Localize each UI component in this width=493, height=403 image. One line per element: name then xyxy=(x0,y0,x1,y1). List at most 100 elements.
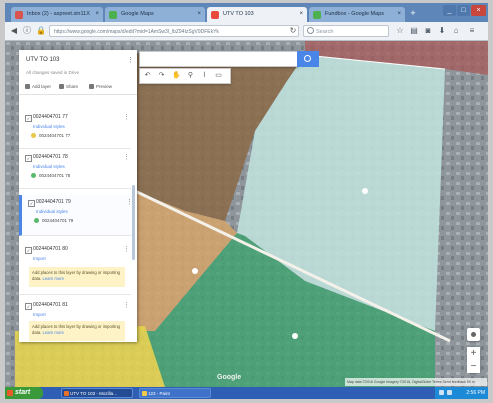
tab-label: Google Maps xyxy=(121,11,154,17)
url-bar[interactable]: https://www.google.com/maps/d/edit?mid=1… xyxy=(49,25,299,37)
layer-feature[interactable]: 0024404701 79 xyxy=(34,218,73,223)
lock-icon: 🔒 xyxy=(36,26,46,35)
close-icon[interactable]: × xyxy=(95,7,99,22)
layer-item[interactable]: ✓ 0024404701 80 ⋮ Import Add places to t… xyxy=(19,242,131,295)
search-input[interactable]: Search xyxy=(303,25,389,37)
panel-scrollbar[interactable] xyxy=(132,185,135,260)
draw-line-icon[interactable]: ⌇ xyxy=(199,70,210,81)
learn-more-link[interactable]: Learn more xyxy=(43,330,64,335)
add-layer-button[interactable]: Add layer xyxy=(25,84,51,89)
layer-style-link[interactable]: Individual styles xyxy=(33,164,65,169)
layer-name[interactable]: 0024404701 78 xyxy=(33,154,68,160)
info-icon[interactable]: ⓘ xyxy=(21,25,33,37)
layer-feature[interactable]: 0024404701 77 xyxy=(31,133,70,138)
more-options-icon[interactable]: ⋮ xyxy=(123,301,130,309)
ruler-icon[interactable]: ▭ xyxy=(213,70,224,81)
browser-nav-bar: ◀ ⓘ 🔒 https://www.google.com/maps/d/edit… xyxy=(5,22,488,41)
download-icon[interactable]: ⬇ xyxy=(437,26,447,36)
add-marker-icon[interactable]: ⚲ xyxy=(185,70,196,81)
import-link[interactable]: Import xyxy=(33,312,46,317)
pan-hand-icon[interactable]: ✋ xyxy=(171,70,182,81)
maps-icon xyxy=(313,11,321,19)
import-link[interactable]: Import xyxy=(33,256,46,261)
map-layers-panel: UTV TO 103 All changes saved in Drive ⋮ … xyxy=(19,50,137,342)
more-options-icon[interactable]: ⋮ xyxy=(123,245,130,253)
map-marker[interactable] xyxy=(362,188,368,194)
home-icon[interactable]: ⌂ xyxy=(451,26,461,36)
paint-icon xyxy=(142,391,147,396)
map-title[interactable]: UTV TO 103 xyxy=(26,57,59,63)
network-icon[interactable] xyxy=(439,390,444,395)
redo-icon[interactable]: ↷ xyxy=(156,70,167,81)
close-icon[interactable]: × xyxy=(299,7,303,22)
add-layer-icon xyxy=(25,84,30,89)
browser-tab-bar: Inbox (2) - aspreet.sin11X × Google Maps… xyxy=(5,3,488,22)
map-marker[interactable] xyxy=(292,333,298,339)
my-maps-icon xyxy=(211,11,219,19)
map-attribution[interactable]: Map data ©2016 Google Imagery ©2016, Dig… xyxy=(345,378,487,386)
map-search-input[interactable] xyxy=(139,51,299,67)
location-icon xyxy=(471,332,476,337)
tab-inbox[interactable]: Inbox (2) - aspreet.sin11X × xyxy=(11,7,103,22)
layer-feature[interactable]: 0024404701 78 xyxy=(31,173,70,178)
pocket-icon[interactable]: ◙ xyxy=(423,26,433,36)
layer-style-link[interactable]: Individual styles xyxy=(36,209,68,214)
save-status: All changes saved in Drive xyxy=(26,70,80,75)
share-button[interactable]: Share xyxy=(59,84,78,89)
tab-google-maps[interactable]: Google Maps × xyxy=(105,7,205,22)
layer-item[interactable]: ✓ 0024404701 78 ⋮ Individual styles 0024… xyxy=(19,150,131,189)
share-icon xyxy=(59,84,64,89)
volume-icon[interactable] xyxy=(447,390,452,395)
layer-style-link[interactable]: Individual styles xyxy=(33,124,65,129)
layer-item[interactable]: ✓ 0024404701 77 ⋮ Individual styles 0024… xyxy=(19,110,131,149)
star-icon[interactable]: ☆ xyxy=(395,26,405,36)
more-options-icon[interactable]: ⋮ xyxy=(127,56,134,64)
layer-checkbox[interactable]: ✓ xyxy=(25,247,32,254)
preview-button[interactable]: Preview xyxy=(89,84,112,89)
layer-name[interactable]: 0024404701 80 xyxy=(33,246,68,252)
zoom-in-button[interactable]: + xyxy=(467,347,480,360)
map-search-button[interactable] xyxy=(297,51,319,67)
taskbar-item-firefox[interactable]: UTV TO 103 - Mozilla... xyxy=(61,388,133,398)
close-icon[interactable]: × xyxy=(197,7,201,22)
system-tray: 2:56 PM xyxy=(435,387,488,399)
layer-checkbox[interactable]: ✓ xyxy=(25,155,32,162)
minimize-button[interactable]: _ xyxy=(443,5,456,16)
clock[interactable]: 2:56 PM xyxy=(466,390,485,396)
reload-icon[interactable]: ↻ xyxy=(287,25,299,37)
layer-item[interactable]: ✓ 0024404701 81 ⋮ Import Add places to t… xyxy=(19,298,131,342)
tab-label: UTV TO 103 xyxy=(223,11,254,17)
start-button[interactable]: start xyxy=(5,387,43,399)
layer-name[interactable]: 0024404701 81 xyxy=(33,302,68,308)
undo-icon[interactable]: ↶ xyxy=(142,70,153,81)
clipboard-icon[interactable]: ▤ xyxy=(409,26,419,36)
learn-more-link[interactable]: Learn more xyxy=(43,276,64,281)
maximize-button[interactable]: □ xyxy=(457,5,470,16)
layer-checkbox[interactable]: ✓ xyxy=(28,200,35,207)
menu-icon[interactable]: ≡ xyxy=(467,26,477,36)
map-marker[interactable] xyxy=(192,268,198,274)
close-icon[interactable]: × xyxy=(397,7,401,22)
layer-item-selected[interactable]: ✓ 0024404701 79 ⋮ Individual styles 0024… xyxy=(19,195,134,236)
my-location-button[interactable] xyxy=(467,328,480,341)
layer-name[interactable]: 0024404701 79 xyxy=(36,199,71,205)
more-options-icon[interactable]: ⋮ xyxy=(123,153,130,161)
empty-layer-note: Add places to this layer by drawing or i… xyxy=(29,267,125,287)
close-window-button[interactable]: × xyxy=(471,5,486,16)
google-logo: Google xyxy=(217,374,242,381)
panel-actions: Add layer Share Preview xyxy=(19,82,137,95)
taskbar-item-paint[interactable]: 123 - Paint xyxy=(139,388,211,398)
search-icon xyxy=(307,27,314,34)
layer-checkbox[interactable]: ✓ xyxy=(25,115,32,122)
windows-logo-icon xyxy=(7,390,13,396)
preview-icon xyxy=(89,84,94,89)
new-tab-button[interactable]: + xyxy=(407,7,419,20)
layer-name[interactable]: 0024404701 77 xyxy=(33,114,68,120)
more-options-icon[interactable]: ⋮ xyxy=(123,113,130,121)
desktop-screen: Inbox (2) - aspreet.sin11X × Google Maps… xyxy=(5,3,488,399)
tab-utv-to-103[interactable]: UTV TO 103 × xyxy=(207,7,307,22)
layer-checkbox[interactable]: ✓ xyxy=(25,303,32,310)
tab-fundbox-maps[interactable]: Fundbox - Google Maps × xyxy=(309,7,405,22)
zoom-out-button[interactable]: − xyxy=(467,360,480,373)
back-icon[interactable]: ◀ xyxy=(8,25,20,37)
